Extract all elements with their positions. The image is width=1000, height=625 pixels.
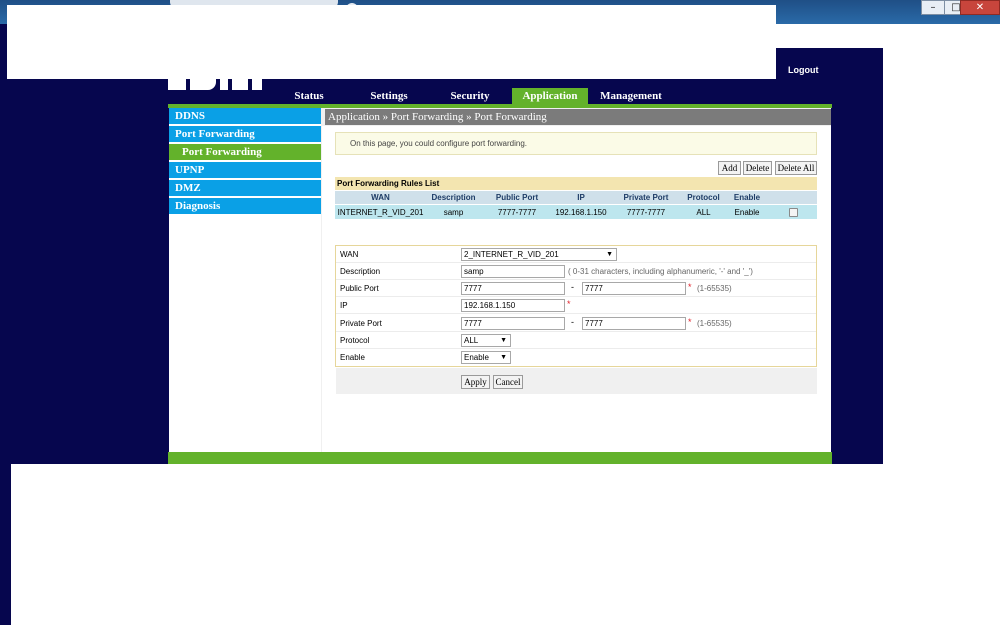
table-header-row: WAN Description Public Port IP Private P… — [335, 191, 817, 205]
form-row-protocol — [336, 332, 816, 349]
sidebar-item-port-forwarding[interactable]: Port Forwarding — [169, 126, 321, 143]
enable-select-value: Enable — [464, 353, 489, 362]
sidebar-item-upnp[interactable]: UPNP — [169, 162, 321, 179]
private-port-start-input[interactable] — [461, 317, 565, 330]
delete-all-button[interactable]: Delete All — [775, 161, 817, 175]
minimize-button[interactable]: – — [921, 0, 945, 15]
address-area — [776, 24, 1000, 48]
close-button[interactable]: ✕ — [960, 0, 1000, 15]
column-header-protocol: Protocol — [683, 191, 724, 205]
cell-select — [770, 204, 817, 219]
enable-select[interactable]: Enable ▼ — [461, 351, 511, 364]
public-port-hint: (1-65535) — [697, 284, 732, 293]
tab-settings[interactable]: Settings — [362, 88, 416, 105]
cell-description: samp — [426, 204, 481, 219]
protocol-select[interactable]: ALL ▼ — [461, 334, 511, 347]
public-port-start-input[interactable] — [461, 282, 565, 295]
cell-private-port: 7777-7777 — [609, 204, 683, 219]
footer-bar — [168, 452, 832, 464]
column-header-description: Description — [426, 191, 481, 205]
wan-label: WAN — [340, 250, 359, 259]
tab-security[interactable]: Security — [443, 88, 497, 105]
cell-wan: INTERNET_R_VID_201 — [335, 204, 426, 219]
rules-table: WAN Description Public Port IP Private P… — [335, 191, 817, 219]
wan-select[interactable]: 2_INTERNET_R_VID_201 ▼ — [461, 248, 617, 261]
chevron-down-icon: ▼ — [606, 251, 613, 258]
required-mark: * — [688, 282, 692, 292]
column-header-select — [770, 191, 817, 205]
breadcrumb: Application » Port Forwarding » Port For… — [325, 109, 831, 125]
apply-button[interactable]: Apply — [461, 375, 490, 389]
cell-protocol: ALL — [683, 204, 724, 219]
chevron-down-icon: ▼ — [500, 354, 507, 361]
description-input[interactable] — [461, 265, 565, 278]
tab-application[interactable]: Application — [512, 88, 588, 105]
cell-public-port: 7777-7777 — [481, 204, 553, 219]
private-port-dash: - — [571, 317, 574, 327]
form-row-public-port — [336, 280, 816, 297]
public-port-end-input[interactable] — [582, 282, 686, 295]
column-header-private-port: Private Port — [609, 191, 683, 205]
private-port-end-input[interactable] — [582, 317, 686, 330]
cell-enable: Enable — [724, 204, 770, 219]
delete-button[interactable]: Delete — [743, 161, 772, 175]
left-edge — [0, 464, 11, 625]
column-header-ip: IP — [553, 191, 609, 205]
page-info-note: On this page, you could configure port f… — [335, 132, 817, 155]
column-header-enable: Enable — [724, 191, 770, 205]
private-port-hint: (1-65535) — [697, 319, 732, 328]
description-label: Description — [340, 267, 381, 276]
sidebar-item-dmz[interactable]: DMZ — [169, 180, 321, 197]
redacted-area — [7, 5, 776, 79]
row-select-checkbox[interactable] — [789, 207, 798, 217]
private-port-label: Private Port — [340, 319, 382, 328]
protocol-select-value: ALL — [464, 336, 479, 345]
form-row-private-port — [336, 315, 816, 332]
required-mark: * — [688, 317, 692, 327]
form-footer — [336, 368, 817, 394]
add-button[interactable]: Add — [718, 161, 741, 175]
ip-label: IP — [340, 301, 348, 310]
rules-list-title: Port Forwarding Rules List — [335, 177, 817, 190]
ip-input[interactable] — [461, 299, 565, 312]
wan-select-value: 2_INTERNET_R_VID_201 — [464, 250, 559, 259]
form-row-ip — [336, 297, 816, 314]
brand-logo — [168, 76, 268, 90]
public-port-label: Public Port — [340, 284, 379, 293]
public-port-dash: - — [571, 282, 574, 292]
right-margin — [883, 48, 1000, 464]
chevron-down-icon: ▼ — [500, 337, 507, 344]
tab-status[interactable]: Status — [284, 88, 334, 105]
enable-label: Enable — [340, 353, 365, 362]
tab-management[interactable]: Management — [594, 88, 668, 105]
description-hint: ( 0-31 characters, including alphanumeri… — [568, 267, 753, 276]
column-header-wan: WAN — [335, 191, 426, 205]
required-mark: * — [567, 299, 571, 309]
protocol-label: Protocol — [340, 336, 370, 345]
sidebar-item-ddns[interactable]: DDNS — [169, 108, 321, 125]
sidebar-item-diagnosis[interactable]: Diagnosis — [169, 198, 321, 215]
form-row-enable — [336, 349, 816, 366]
sidebar-subitem-port-forwarding[interactable]: Port Forwarding — [169, 144, 321, 161]
logout-link[interactable]: Logout — [788, 65, 819, 75]
cancel-button[interactable]: Cancel — [493, 375, 523, 389]
cell-ip: 192.168.1.150 — [553, 204, 609, 219]
column-header-public-port: Public Port — [481, 191, 553, 205]
redacted-area-lower — [11, 464, 1000, 625]
table-row[interactable]: INTERNET_R_VID_201 samp 7777-7777 192.16… — [335, 204, 817, 219]
